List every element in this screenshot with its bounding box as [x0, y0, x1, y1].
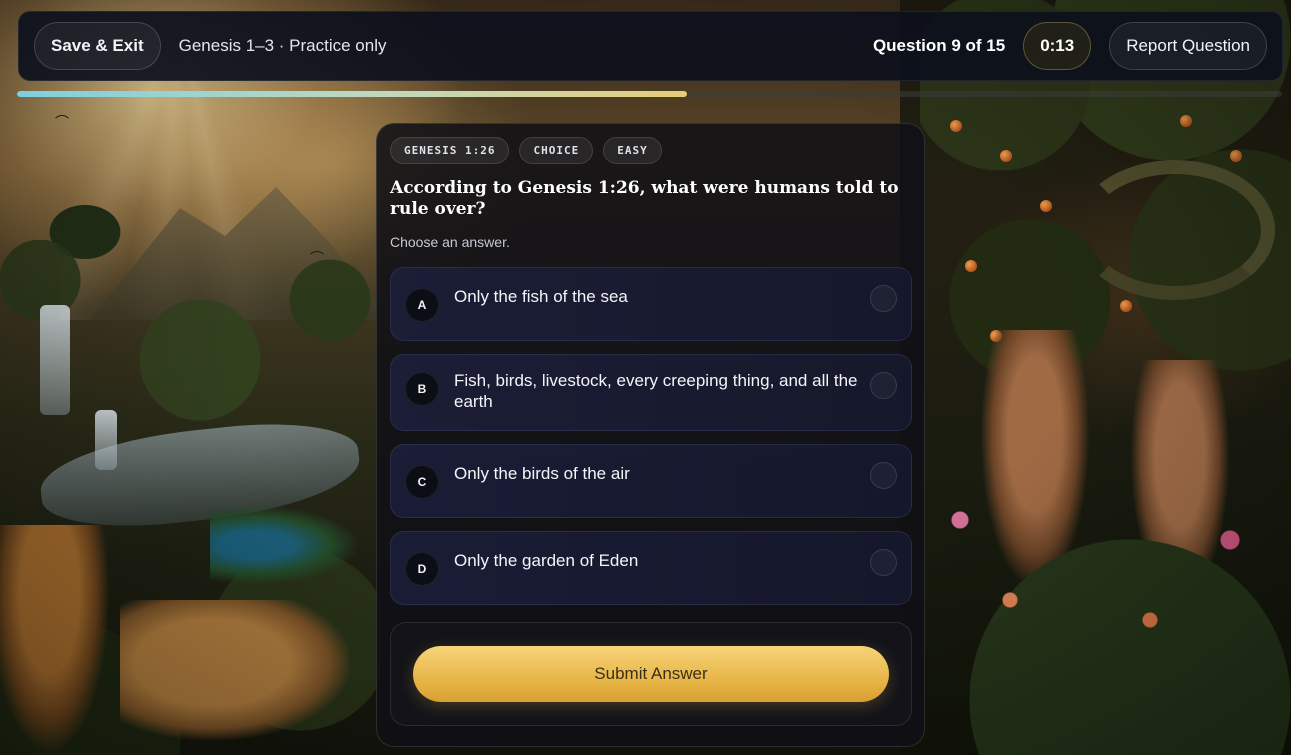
option-text: Only the birds of the air: [454, 464, 630, 483]
radio-button[interactable]: [870, 462, 897, 489]
option-letter: A: [405, 288, 439, 322]
option-a[interactable]: A Only the fish of the sea: [390, 267, 912, 341]
option-letter: C: [405, 465, 439, 499]
question-text: According to Genesis 1:26, what were hum…: [390, 178, 899, 219]
tag-difficulty: EASY: [603, 137, 662, 164]
quiz-title: Genesis 1–3 · Practice only: [178, 36, 387, 55]
answer-options: A Only the fish of the sea B Fish, birds…: [390, 267, 912, 605]
progress-bar: [17, 91, 1282, 97]
option-letter: B: [405, 372, 439, 406]
question-card: GENESIS 1:26 CHOICE EASY According to Ge…: [376, 123, 925, 747]
radio-button[interactable]: [870, 549, 897, 576]
question-counter: Question 9 of 15: [872, 36, 1006, 55]
report-question-button[interactable]: Report Question: [1109, 22, 1267, 70]
option-b[interactable]: B Fish, birds, livestock, every creeping…: [390, 354, 912, 431]
tag-reference: GENESIS 1:26: [390, 137, 510, 164]
progress-fill: [17, 91, 688, 97]
tag-type: CHOICE: [519, 137, 594, 164]
option-text: Fish, birds, livestock, every creeping t…: [454, 371, 858, 411]
option-d[interactable]: D Only the garden of Eden: [390, 531, 912, 605]
radio-button[interactable]: [870, 285, 897, 312]
option-letter: D: [405, 552, 439, 586]
submit-answer-button[interactable]: Submit Answer: [413, 646, 889, 702]
top-bar: Save & Exit Genesis 1–3 · Practice only …: [18, 11, 1283, 81]
option-text: Only the garden of Eden: [454, 551, 639, 570]
timer: 0:13: [1023, 22, 1092, 70]
question-hint: Choose an answer.: [390, 234, 510, 250]
option-c[interactable]: C Only the birds of the air: [390, 444, 912, 518]
tag-row: GENESIS 1:26 CHOICE EASY: [390, 137, 911, 164]
save-exit-button[interactable]: Save & Exit: [34, 22, 161, 70]
radio-button[interactable]: [870, 372, 897, 399]
submit-panel: Submit Answer: [390, 622, 912, 726]
option-text: Only the fish of the sea: [454, 287, 628, 306]
